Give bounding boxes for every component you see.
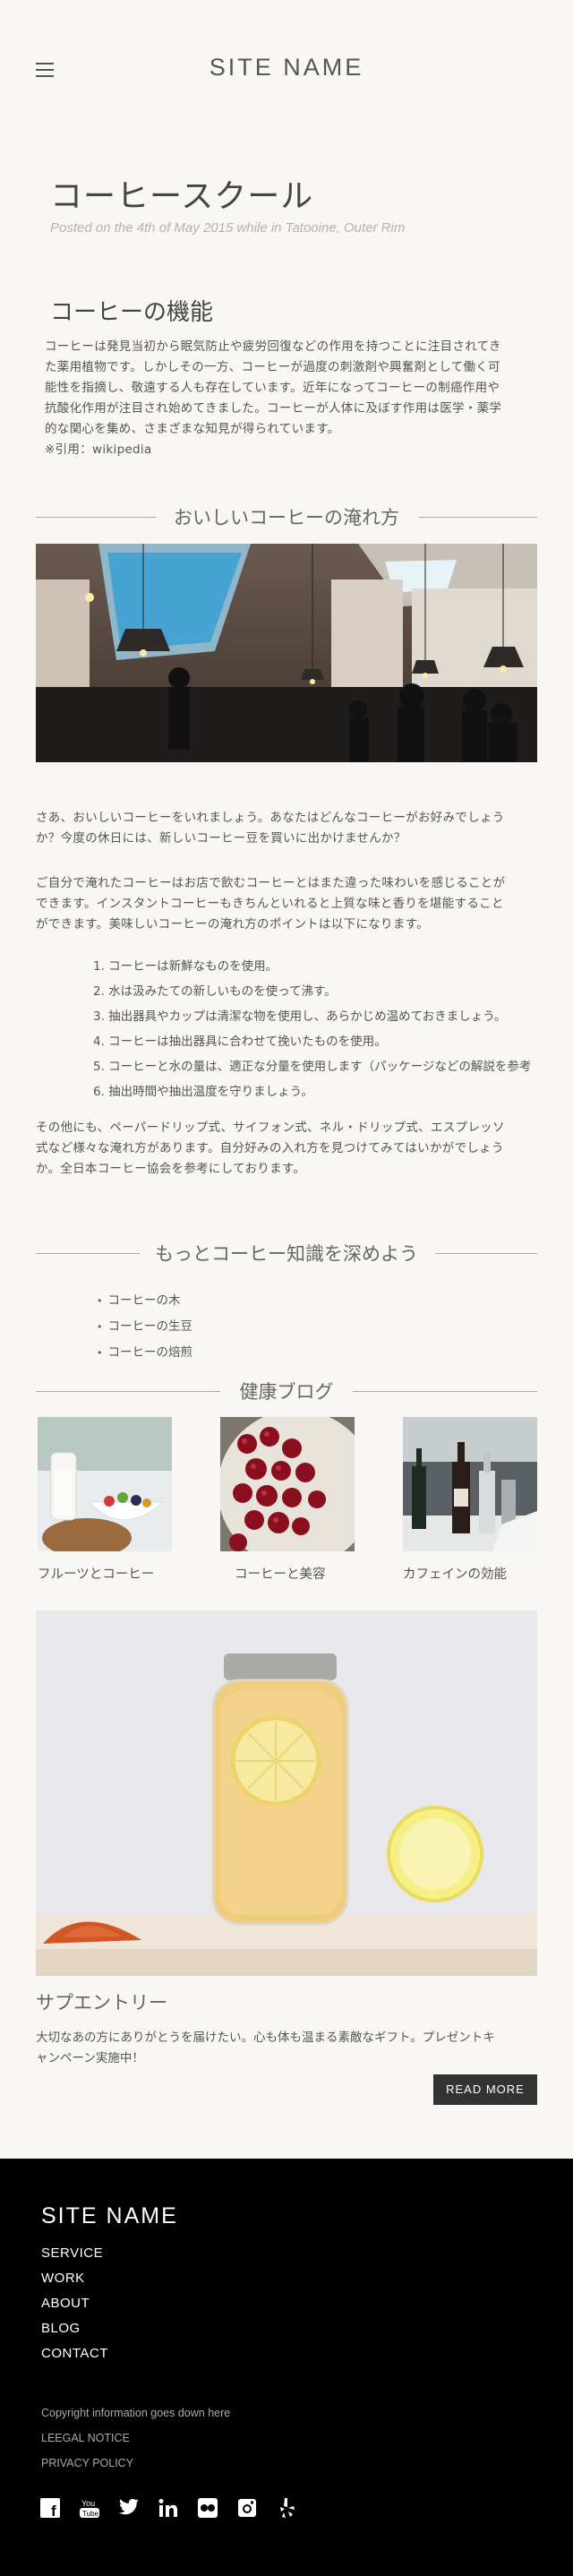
text-line: ご自分で淹れたコーヒーはお店で飲むコーヒーとはまた違った味わいを感じることが xyxy=(36,876,506,890)
section-heading-brew: おいしいコーヒーの淹れ方 xyxy=(174,507,399,528)
footer-legal: Copyright information goes down here LEE… xyxy=(41,2400,230,2476)
instagram-icon[interactable] xyxy=(236,2497,258,2519)
blog-caption[interactable]: フルーツとコーヒー xyxy=(38,1564,172,1583)
post-title: コーヒースクール xyxy=(50,178,314,215)
text-line: できます。インスタントコーヒーもきちんといれると上質な味と香りを堪能すること xyxy=(36,897,504,911)
footer-link-service[interactable]: SERVICE xyxy=(41,2241,108,2266)
facebook-icon[interactable]: f xyxy=(39,2497,61,2519)
svg-text:f: f xyxy=(51,2503,56,2518)
link-green-beans[interactable]: コーヒーの生豆 xyxy=(97,1314,193,1340)
list-item: 1. コーヒーは新鮮なものを使用。 xyxy=(93,959,278,974)
blog-card-fruit[interactable]: フルーツとコーヒー xyxy=(38,1417,172,1583)
footer-site-name[interactable]: SITE NAME xyxy=(41,2203,178,2229)
text-line: 的な関心を集め、さまざまな知見が得られています。 xyxy=(45,422,340,436)
knowledge-links: コーヒーの木 コーヒーの生豆 コーヒーの焙煎 xyxy=(97,1288,193,1366)
youtube-icon[interactable]: You Tube xyxy=(79,2497,100,2519)
brew-intro: さあ、おいしいコーヒーをいれましょう。あなたはどんなコーヒーがお好みでしょう か… xyxy=(36,808,537,849)
svg-text:You: You xyxy=(81,2499,95,2508)
text-line: さあ、おいしいコーヒーをいれましょう。あなたはどんなコーヒーがお好みでしょう xyxy=(36,811,505,825)
brew-methods-paragraph: その他にも、ペーパードリップ式、サイフォン式、ネル・ドリップ式、エスプレッソ 式… xyxy=(36,1118,537,1180)
text-line: か。全日本コーヒー協会を参考にしております。 xyxy=(36,1162,306,1176)
copyright-text: Copyright information goes down here xyxy=(41,2407,231,2419)
fruit-image[interactable] xyxy=(38,1417,172,1551)
link-roasting[interactable]: コーヒーの焙煎 xyxy=(97,1340,193,1366)
list-item: 2. 水は汲みたての新しいものを使って沸す。 xyxy=(93,984,337,999)
blog-card-beauty[interactable]: コーヒーと美容 xyxy=(220,1417,355,1583)
yelp-icon[interactable] xyxy=(276,2497,297,2519)
text-line: た薬用植物です。しかしその一方、コーヒーが過度の刺激剤や興奮剤として働く可 xyxy=(45,360,500,374)
social-links: f You Tube xyxy=(39,2497,297,2519)
cafe-image xyxy=(36,544,537,762)
footer-link-about[interactable]: ABOUT xyxy=(41,2291,108,2316)
blog-card-caffeine[interactable]: カフェインの効能 xyxy=(403,1417,537,1583)
post-meta: Posted on the 4th of May 2015 while in T… xyxy=(50,220,406,236)
read-more-button[interactable]: READ MORE xyxy=(433,2074,537,2105)
page: SITE NAME コーヒースクール Posted on the 4th of … xyxy=(0,0,573,2576)
brew-paragraph: ご自分で淹れたコーヒーはお店で飲むコーヒーとはまた違った味わいを感じることが で… xyxy=(36,873,537,935)
legal-notice-link[interactable]: LEEGAL NOTICE xyxy=(41,2426,230,2451)
text-line: か？今度の休日には、新しいコーヒー豆を買いに出かけませんか？ xyxy=(36,831,406,846)
footer-link-contact[interactable]: CONTACT xyxy=(41,2341,108,2366)
twitter-icon[interactable] xyxy=(118,2497,140,2519)
text-line: コーヒーは発見当初から眠気防止や疲労回復などの作用を持つことに注目されてき xyxy=(45,339,501,354)
list-item: 4. コーヒーは抽出器具に合わせて挽いたものを使用。 xyxy=(93,1035,387,1049)
text-line: その他にも、ペーパードリップ式、サイフォン式、ネル・ドリップ式、エスプレッソ xyxy=(36,1121,505,1135)
feature-title[interactable]: サプエントリー xyxy=(36,1988,167,2015)
flickr-icon[interactable] xyxy=(197,2497,218,2519)
privacy-policy-link[interactable]: PRIVACY POLICY xyxy=(41,2451,230,2476)
site-title[interactable]: SITE NAME xyxy=(0,54,573,82)
brew-steps-list: 1. コーヒーは新鮮なものを使用。 2. 水は汲みたての新しいものを使って沸す。… xyxy=(93,954,531,1104)
section-divider-more: もっとコーヒー知識を深めよう xyxy=(36,1236,537,1272)
list-item: 6. 抽出時間や抽出温度を守りましょう。 xyxy=(93,1085,313,1099)
footer-link-work[interactable]: WORK xyxy=(41,2266,108,2291)
link-coffee-tree[interactable]: コーヒーの木 xyxy=(97,1288,192,1314)
footer: SITE NAME SERVICE WORK ABOUT BLOG CONTAC… xyxy=(0,2159,573,2576)
section-heading-more: もっとコーヒー知識を深めよう xyxy=(155,1243,418,1265)
list-item: 5. コーヒーと水の量は、適正な分量を使用します（パッケージなどの解説を参考 xyxy=(93,1060,532,1074)
section-heading-blog: 健康ブログ xyxy=(239,1381,334,1403)
section-divider-brew: おいしいコーヒーの淹れ方 xyxy=(36,500,537,536)
text-line: ャンペーン実施中！ xyxy=(36,2051,144,2065)
blog-caption[interactable]: コーヒーと美容 xyxy=(220,1564,355,1583)
footer-menu: SERVICE WORK ABOUT BLOG CONTACT xyxy=(41,2241,108,2366)
text-line: 能性を指摘し、敬遠する人も存在しています。近年になってコーヒーの制癌作用や xyxy=(45,381,500,395)
svg-text:Tube: Tube xyxy=(82,2510,98,2518)
lemon-jar-image[interactable] xyxy=(36,1610,537,1976)
list-item: 3. 抽出器具やカップは清潔な物を使用し、あらかじめ温めておきましょう。 xyxy=(93,1009,507,1024)
linkedin-icon[interactable] xyxy=(158,2497,179,2519)
citation: ※引用：wikipedia xyxy=(45,442,152,457)
header: SITE NAME xyxy=(0,0,573,134)
text-line: 式など様々な淹れ方があります。自分好みの入れ方を見つけてみてはいかがでしょう xyxy=(36,1141,504,1155)
section-divider-blog: 健康ブログ xyxy=(36,1374,537,1410)
feature-text: 大切なあの方にありがとうを届けたい。心も体も温まる素敵なギフト。プレゼントキ ャ… xyxy=(36,2028,537,2069)
function-paragraph: コーヒーは発見当初から眠気防止や疲労回復などの作用を持つことに注目されてき た薬… xyxy=(45,337,546,460)
cherries-image[interactable] xyxy=(220,1417,355,1551)
text-line: 抗酸化作用が注目され始めてきました。コーヒーが人体に及ぼす作用は医学・薬学 xyxy=(45,401,502,416)
section-heading-function: コーヒーの機能 xyxy=(50,299,214,326)
text-line: ができます。美味しいコーヒーの淹れ方のポイントは以下になります。 xyxy=(36,917,429,932)
blog-caption[interactable]: カフェインの効能 xyxy=(403,1564,537,1583)
text-line: 大切なあの方にありがとうを届けたい。心も体も温まる素敵なギフト。プレゼントキ xyxy=(36,2031,495,2045)
bottles-image[interactable] xyxy=(403,1417,537,1551)
footer-link-blog[interactable]: BLOG xyxy=(41,2316,108,2341)
